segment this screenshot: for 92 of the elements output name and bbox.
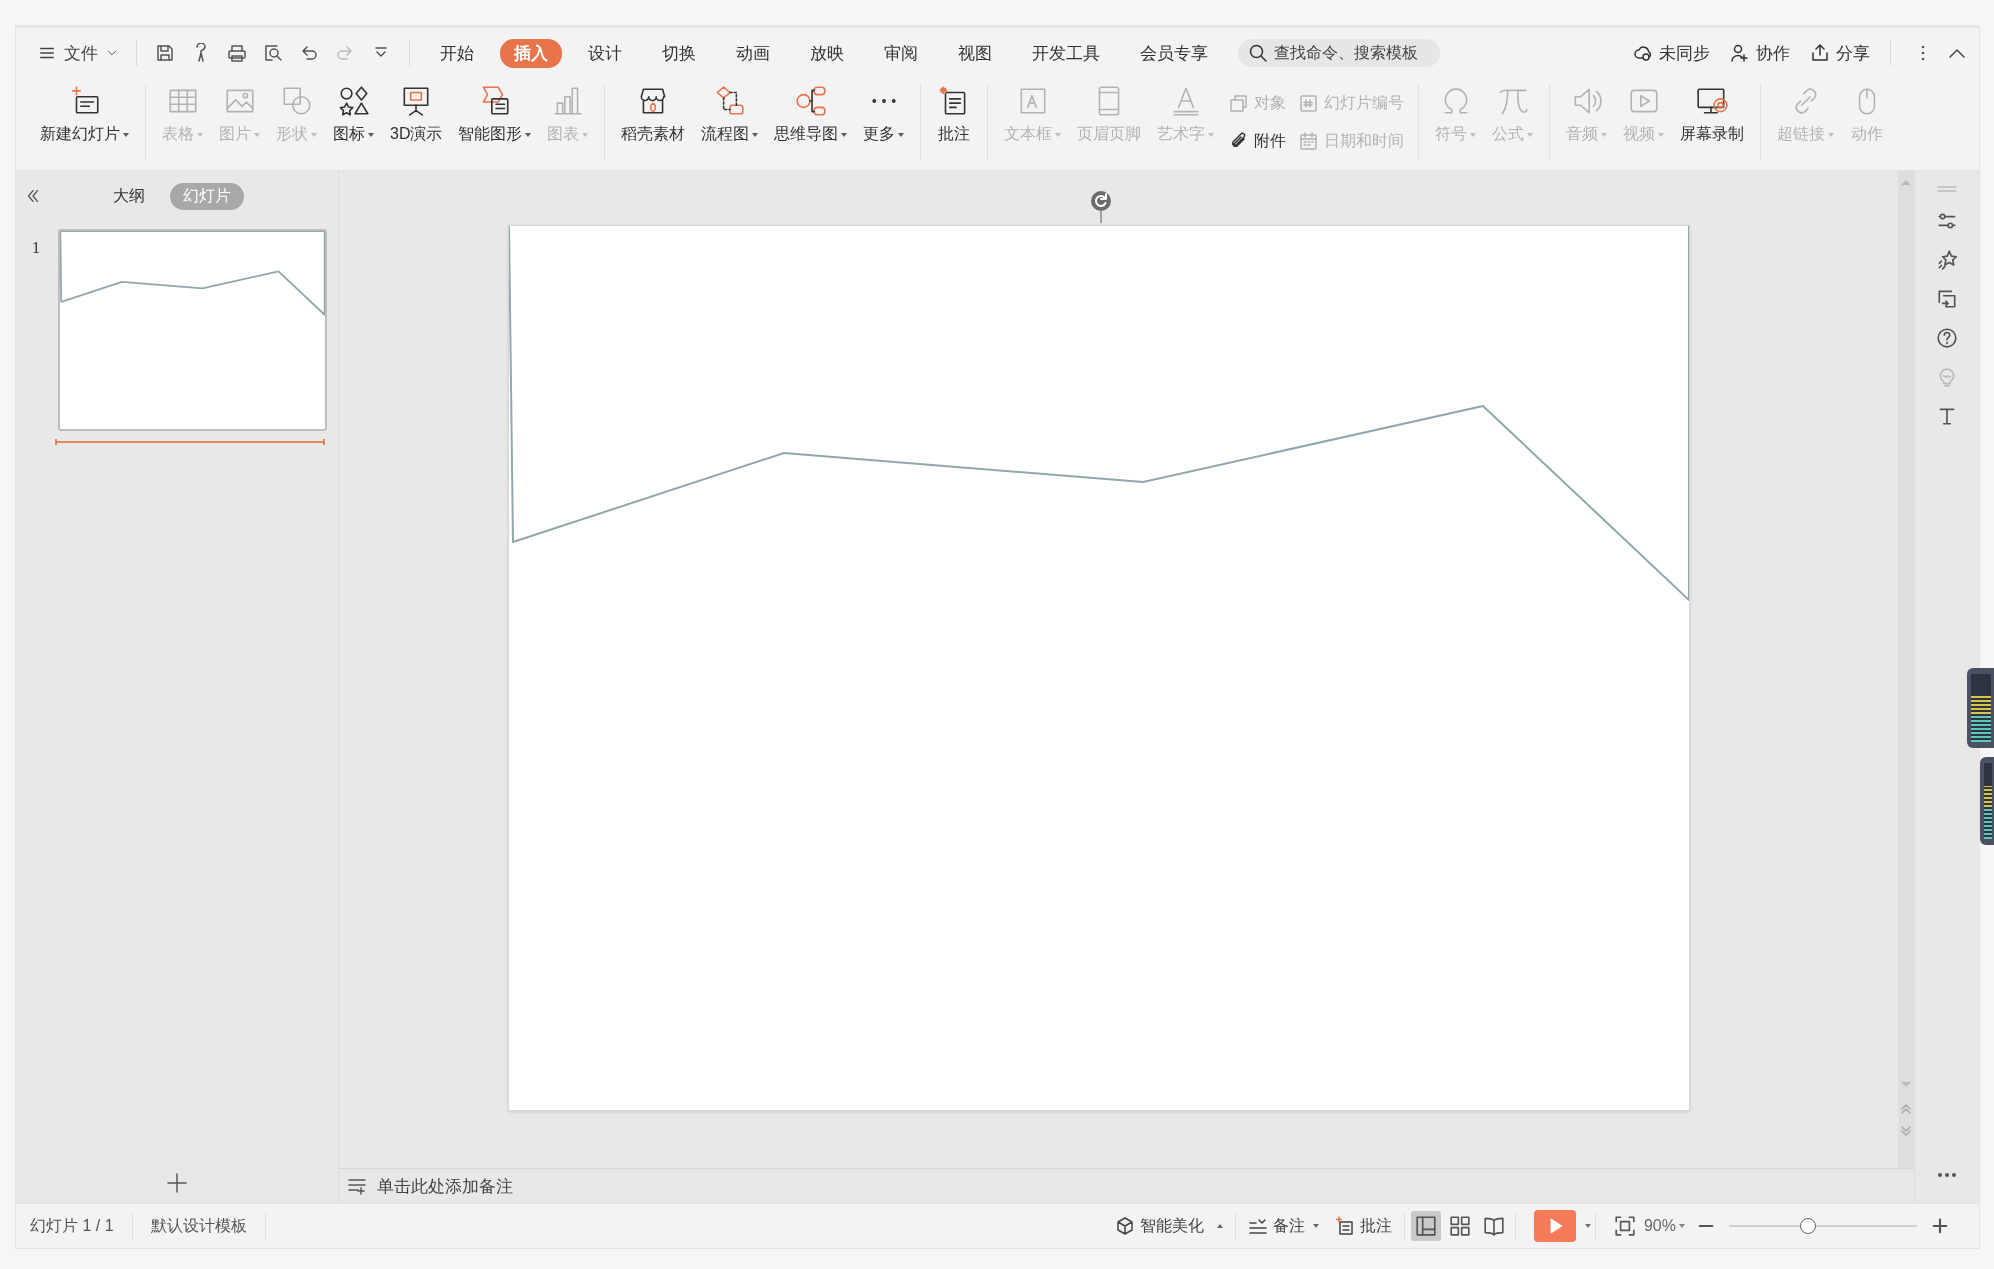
comment-icon: [1334, 1216, 1355, 1236]
ribbon-button[interactable]: 图标: [325, 78, 382, 170]
caret-icon: [1055, 132, 1062, 137]
menu-tab[interactable]: 开始: [426, 38, 488, 68]
caret-icon: [1470, 132, 1477, 137]
add-slide-button[interactable]: [165, 1171, 189, 1195]
ribbon-button[interactable]: 更多: [855, 78, 913, 170]
share-icon: [1810, 43, 1830, 63]
swap-window-icon: [1936, 288, 1958, 310]
zoom-in-icon[interactable]: [1931, 1217, 1949, 1235]
caret-icon: [752, 132, 759, 137]
caret-icon: [898, 132, 905, 137]
caret-icon: [1208, 132, 1215, 137]
ribbon-button[interactable]: 批注: [929, 78, 980, 170]
redo-icon: [335, 43, 355, 63]
comments-button[interactable]: 批注: [1326, 1215, 1400, 1237]
plus-icon: [165, 1171, 189, 1195]
toolbar-action-button[interactable]: 协作: [1722, 41, 1798, 65]
menu-tab[interactable]: 会员专享: [1126, 38, 1222, 68]
ribbon-button[interactable]: 附件: [1228, 130, 1287, 152]
rotate-handle-icon[interactable]: [1089, 189, 1113, 223]
play-slideshow-button[interactable]: [1533, 1210, 1576, 1242]
more-icon: [870, 97, 897, 105]
menu-tab[interactable]: 视图: [944, 38, 1006, 68]
caret-icon: [1312, 1224, 1319, 1228]
caret-icon: [1601, 132, 1608, 137]
mind-map-icon: [793, 84, 828, 118]
menu-tab[interactable]: 放映: [796, 38, 858, 68]
ribbon-button[interactable]: 3D演示: [382, 78, 451, 170]
search-field[interactable]: 查找命令、搜索模板: [1238, 39, 1440, 67]
caret-icon: [123, 132, 129, 137]
cube-icon: [1114, 1216, 1135, 1236]
slide-number: 1: [32, 239, 41, 258]
caret-icon: [1216, 1224, 1223, 1228]
view-mode-button[interactable]: [1410, 1211, 1441, 1241]
caret-icon: [368, 132, 374, 137]
print-preview-icon: [263, 43, 283, 63]
cloud-icon: [1633, 43, 1653, 63]
help-icon: [1936, 327, 1958, 349]
slide-number-icon: [1298, 93, 1319, 113]
file-menu-button[interactable]: 文件: [32, 41, 124, 65]
search-icon: [1248, 43, 1268, 63]
undo-icon: [299, 43, 319, 63]
reading-view-icon: [1482, 1215, 1505, 1237]
notes-button[interactable]: 备注: [1239, 1215, 1327, 1237]
add-person-icon: [1730, 43, 1750, 63]
caret-icon: [525, 132, 532, 137]
caret-icon: [1527, 132, 1534, 137]
notes-icon: [347, 1176, 367, 1196]
notes-icon: [1247, 1216, 1268, 1236]
side-tool-button[interactable]: [1936, 288, 1958, 310]
menu-tab[interactable]: 动画: [722, 38, 784, 68]
toolbar-action-button[interactable]: 未同步: [1625, 41, 1718, 65]
caret-icon: [197, 132, 203, 137]
ribbon-button[interactable]: 新建幻灯片: [32, 78, 137, 170]
caret-icon: [841, 132, 848, 137]
star-icon: [1936, 249, 1958, 271]
normal-view-icon: [1414, 1215, 1437, 1237]
slide-thumbnail[interactable]: [58, 229, 327, 431]
menu-tab[interactable]: 审阅: [870, 38, 932, 68]
menu-tab[interactable]: 设计: [574, 38, 636, 68]
calendar-icon: [1298, 131, 1319, 151]
save-icon: [155, 43, 175, 63]
zoom-level-dropdown[interactable]: 90%: [1643, 1217, 1685, 1235]
caret-icon: [1658, 132, 1665, 137]
caret-icon: [311, 132, 317, 137]
beautify-button[interactable]: 智能美化: [1106, 1215, 1231, 1237]
menu-tab[interactable]: 开发工具: [1018, 38, 1114, 68]
ribbon-button[interactable]: 稻壳素材: [613, 78, 694, 170]
print-icon: [227, 43, 247, 63]
slide-count: 幻灯片 1 / 1: [29, 1215, 115, 1236]
more-icon[interactable]: [1937, 1171, 1957, 1179]
caret-icon: [1679, 1224, 1685, 1228]
object-icon: [1228, 93, 1249, 113]
caret-icon[interactable]: [1584, 1224, 1591, 1228]
caret-icon: [1828, 132, 1835, 137]
ribbon-button[interactable]: 智能图形: [450, 78, 540, 170]
side-tool-button[interactable]: [1936, 249, 1958, 271]
ribbon-button[interactable]: 流程图: [693, 78, 767, 170]
ribbon-button[interactable]: 屏幕录制: [1672, 78, 1753, 170]
side-tool-button[interactable]: [1936, 327, 1958, 349]
slider-thumb[interactable]: [1799, 1218, 1816, 1234]
caret-icon: [254, 132, 260, 137]
fit-to-window-icon[interactable]: [1613, 1215, 1636, 1237]
menu-tab[interactable]: 切换: [648, 38, 710, 68]
panel-tab[interactable]: 大纲: [100, 182, 158, 210]
ribbon-button[interactable]: 思维导图: [766, 78, 856, 170]
template-name: 默认设计模板: [149, 1215, 248, 1236]
caret-icon: [582, 132, 589, 137]
toolbar-action-button[interactable]: 分享: [1802, 41, 1878, 65]
grid-view-icon: [1448, 1215, 1471, 1237]
panel-grip-icon[interactable]: [1937, 185, 1957, 193]
